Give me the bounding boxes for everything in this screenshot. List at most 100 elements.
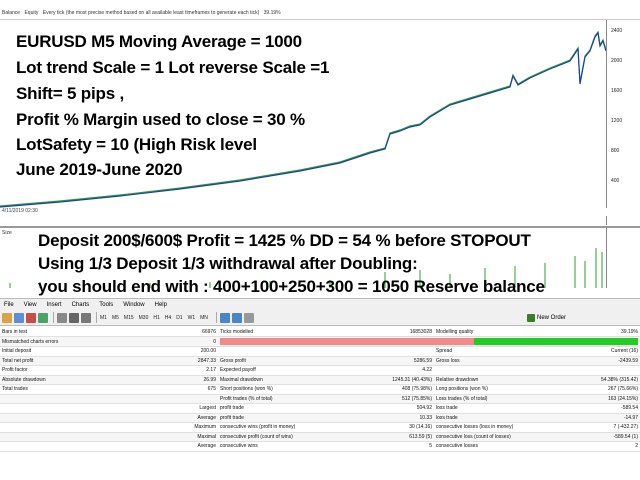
toolbar-separator xyxy=(96,312,97,323)
zoom-in-icon[interactable] xyxy=(219,312,230,323)
overlay-line-1: EURUSD M5 Moving Average = 1000 xyxy=(16,32,302,51)
table-row: Average consecutive wins 5 consecutive l… xyxy=(0,441,640,452)
cell-value: -14.97 xyxy=(544,413,640,423)
cell-label: profit trade xyxy=(218,413,318,423)
menu-help[interactable]: Help xyxy=(155,302,167,308)
cell-label: Loss trades (% of total) xyxy=(434,394,544,404)
cell-value: 1245.31 (40.43%) xyxy=(318,375,434,385)
cell-label: Maximal drawdown xyxy=(218,375,318,385)
info-balance: Balance xyxy=(2,10,21,16)
table-row: Absolute drawdown 26.99 Maximal drawdown… xyxy=(0,375,640,385)
table-row: Average profit trade 10.33 loss trade -1… xyxy=(0,413,640,423)
cell-value: 613.59 (5) xyxy=(318,432,434,442)
line-tool-icon[interactable] xyxy=(69,312,79,323)
cell-label: Profit factor xyxy=(0,365,80,376)
timeframe-h4[interactable]: H4 xyxy=(165,315,171,321)
timeframe-mn[interactable]: MN xyxy=(200,315,208,321)
new-order-label: New Order xyxy=(537,315,567,321)
cell-value: 10.33 xyxy=(318,413,434,423)
timeframe-m30[interactable]: M30 xyxy=(139,315,149,321)
table-row: Total net profit 2847.33 Gross profit 52… xyxy=(0,356,640,366)
cell-value: 2.17 xyxy=(80,365,218,376)
menu-file[interactable]: File xyxy=(4,302,14,308)
price-tick: 800 xyxy=(611,148,620,154)
new-order-button[interactable]: New Order xyxy=(527,312,566,324)
timeframe-d1[interactable]: D1 xyxy=(176,315,182,321)
price-tick: 2000 xyxy=(611,58,623,64)
cell-label: Bars in test xyxy=(0,327,80,337)
cell-label: Spread xyxy=(434,346,544,357)
table-row: Mismatched charts errors 0 xyxy=(0,336,640,347)
market-watch-icon[interactable] xyxy=(26,312,36,323)
cell-label: consecutive wins (profit in money) xyxy=(218,422,318,433)
menu-charts[interactable]: Charts xyxy=(72,302,90,308)
timeframe-h1[interactable]: H1 xyxy=(153,315,159,321)
cell-label: Mismatched charts errors xyxy=(0,336,80,347)
cell-label: Profit trades (% of total) xyxy=(218,394,318,404)
cell-value: 675 xyxy=(80,384,218,395)
size-label: Size xyxy=(2,230,12,236)
cell-value: 267 (75.66%) xyxy=(544,384,640,395)
overlay-bottom-1: Deposit 200$/600$ Profit = 1425 % DD = 5… xyxy=(38,231,531,250)
zoom-out-icon[interactable] xyxy=(231,312,242,323)
cell-label: Total net profit xyxy=(0,356,80,366)
table-row: Initial deposit 200.00 Spread Current (1… xyxy=(0,346,640,357)
quality-bar-red xyxy=(220,338,475,345)
table-row: Largest profit trade 504.92 loss trade -… xyxy=(0,403,640,414)
timeframe-m15[interactable]: M15 xyxy=(124,315,134,321)
cell-value: 7 (-432.27) xyxy=(544,422,640,433)
menu-insert[interactable]: Insert xyxy=(47,302,62,308)
cell-label: consecutive profit (count of wins) xyxy=(218,432,318,442)
chart-header: Balance Equity Every tick (the most prec… xyxy=(0,0,640,20)
new-chart-icon[interactable] xyxy=(2,312,12,323)
cell-value: 163 (24.15%) xyxy=(544,394,640,404)
cell-label: Expected payoff xyxy=(218,365,318,376)
menu-tools[interactable]: Tools xyxy=(99,302,113,308)
cell-label: Ticks modelled xyxy=(218,327,318,337)
size-axis xyxy=(606,228,640,288)
cell-value: 2847.33 xyxy=(80,356,218,366)
overlay-bottom-3: you should end with : 400+100+250+300 = … xyxy=(38,277,545,296)
crosshair-icon[interactable] xyxy=(57,312,67,323)
cell-value: 504.92 xyxy=(318,403,434,414)
cell-label: consecutive wins xyxy=(218,441,318,452)
cell-value: -589.54 xyxy=(544,403,640,414)
time-label: 4/11/2019 02:30 xyxy=(2,208,38,214)
cell-label: loss trade xyxy=(434,403,544,414)
timeframe-m5[interactable]: M5 xyxy=(112,315,119,321)
profiles-icon[interactable] xyxy=(14,312,24,323)
text-tool-icon[interactable] xyxy=(81,312,91,323)
menu-bar: File View Insert Charts Tools Window Hel… xyxy=(0,298,640,310)
cell-label: Relative drawdown xyxy=(434,375,544,385)
cell-value: 2 xyxy=(544,441,640,452)
info-quality: 39.19% xyxy=(263,10,281,16)
cell-label: Average xyxy=(80,441,218,452)
cell-value: -589.54 (1) xyxy=(544,432,640,442)
info-equity: Equity xyxy=(24,10,39,16)
cell-label: Average xyxy=(80,413,218,423)
menu-view[interactable]: View xyxy=(24,302,37,308)
chart-info: Balance Equity Every tick (the most prec… xyxy=(2,10,284,16)
quality-bar-cell xyxy=(218,336,640,347)
cell-label: Gross profit xyxy=(218,356,318,366)
cell-label: Maximal xyxy=(80,432,218,442)
cell-label: Long positions (won %) xyxy=(434,384,544,395)
timeframe-m1[interactable]: M1 xyxy=(100,315,107,321)
cell-value: 30 (14.16) xyxy=(318,422,434,433)
cell-label: loss trade xyxy=(434,413,544,423)
navigator-icon[interactable] xyxy=(38,312,48,323)
menu-window[interactable]: Window xyxy=(123,302,144,308)
quality-bar-green xyxy=(474,338,638,345)
cell-value: 5 xyxy=(318,441,434,452)
cell-label: Absolute drawdown xyxy=(0,375,80,385)
cell-value: 4.22 xyxy=(318,365,434,376)
test-report: Bars in test 66976 Ticks modelled 168530… xyxy=(0,327,640,452)
new-order-icon xyxy=(527,314,535,322)
cell-value: 512 (75.85%) xyxy=(318,394,434,404)
timeframe-w1[interactable]: W1 xyxy=(188,315,196,321)
table-row: Profit factor 2.17 Expected payoff 4.22 xyxy=(0,365,640,376)
cell-label: Gross loss xyxy=(434,356,544,366)
overlay-line-5: LotSafety = 10 (High Risk level xyxy=(16,135,257,154)
chart-shift-icon[interactable] xyxy=(243,312,254,323)
cell-label: Initial deposit xyxy=(0,346,80,357)
